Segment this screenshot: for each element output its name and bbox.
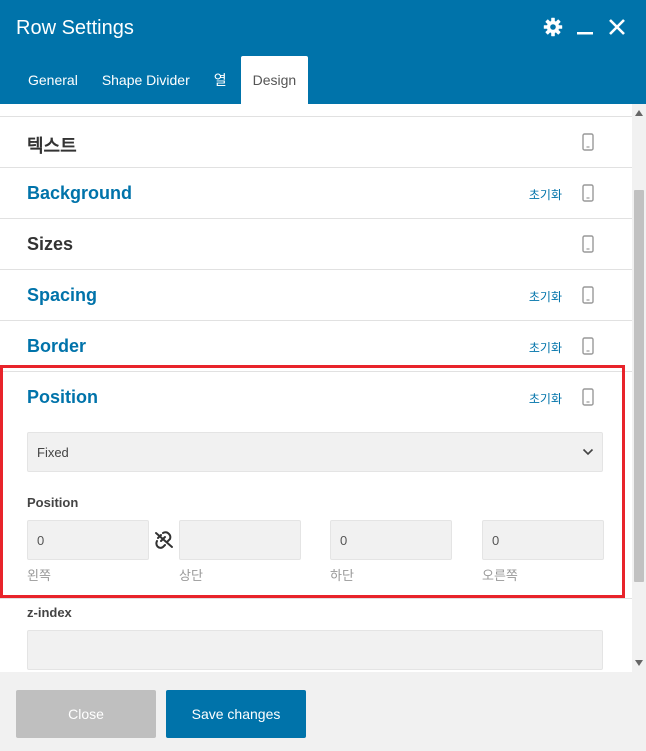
section-text[interactable]: 텍스트 (0, 117, 632, 168)
select-value: Fixed (37, 445, 69, 460)
save-changes-button[interactable]: Save changes (166, 690, 306, 738)
mobile-icon[interactable] (582, 235, 594, 253)
reset-link[interactable]: 초기화 (529, 390, 562, 407)
position-bottom-label: 하단 (330, 568, 354, 583)
section-background[interactable]: Background 초기화 (0, 168, 632, 219)
mobile-icon[interactable] (582, 286, 594, 304)
section-title: Sizes (27, 234, 74, 254)
minimize-icon[interactable] (574, 16, 596, 38)
section-title: Background (27, 183, 133, 203)
scroll-down-icon[interactable] (635, 660, 643, 666)
tab-shape-divider[interactable]: Shape Divider (90, 56, 202, 104)
mobile-icon[interactable] (582, 337, 594, 355)
section-sizes[interactable]: Sizes (0, 219, 632, 270)
mobile-icon[interactable] (582, 388, 594, 406)
tab-general[interactable]: General (16, 56, 90, 104)
zindex-label: z-index (27, 605, 72, 620)
settings-tabs: General Shape Divider 열 Design (16, 56, 309, 104)
position-left-input[interactable] (27, 520, 149, 560)
position-right-input[interactable] (482, 520, 604, 560)
scroll-up-icon[interactable] (635, 110, 643, 116)
scrollbar-thumb[interactable] (634, 190, 644, 582)
section-position[interactable]: Position 초기화 (0, 372, 632, 423)
reset-link[interactable]: 초기화 (529, 186, 562, 203)
window-title: Row Settings (16, 17, 134, 39)
mobile-icon[interactable] (582, 184, 594, 202)
position-right-label: 오른쪽 (482, 568, 518, 583)
position-top-input[interactable] (179, 520, 301, 560)
scrollbar[interactable] (632, 104, 646, 672)
modal-header: Row Settings General Shape Divider 열 Des… (0, 0, 646, 104)
position-top-label: 상단 (179, 568, 203, 583)
section-title: Spacing (27, 285, 98, 305)
reset-link[interactable]: 초기화 (529, 339, 562, 356)
position-bottom-input[interactable] (330, 520, 452, 560)
position-left-label: 왼쪽 (27, 568, 51, 583)
position-group-label: Position (27, 495, 79, 510)
section-border[interactable]: Border 초기화 (0, 321, 632, 372)
section-spacing[interactable]: Spacing 초기화 (0, 270, 632, 321)
zindex-input[interactable] (27, 630, 603, 670)
tab-design[interactable]: Design (240, 56, 309, 104)
tab-columns[interactable]: 열 (202, 56, 239, 104)
close-icon[interactable] (606, 16, 628, 38)
gear-icon[interactable] (542, 16, 564, 38)
reset-link[interactable]: 초기화 (529, 288, 562, 305)
unlink-icon[interactable] (154, 531, 174, 549)
position-type-select[interactable]: Fixed (27, 432, 603, 472)
chevron-down-icon (582, 448, 594, 456)
settings-content: 텍스트 Background 초기화 Sizes Spacing 초기화 Bor… (0, 104, 632, 672)
section-divider (0, 598, 632, 599)
section-divider (0, 104, 632, 117)
close-button[interactable]: Close (16, 690, 156, 738)
header-actions (542, 16, 628, 38)
section-title: Position (27, 387, 98, 407)
section-title: Border (27, 336, 87, 356)
modal-footer: Close Save changes (0, 672, 646, 751)
section-title: 텍스트 (27, 136, 77, 156)
mobile-icon[interactable] (582, 133, 594, 151)
